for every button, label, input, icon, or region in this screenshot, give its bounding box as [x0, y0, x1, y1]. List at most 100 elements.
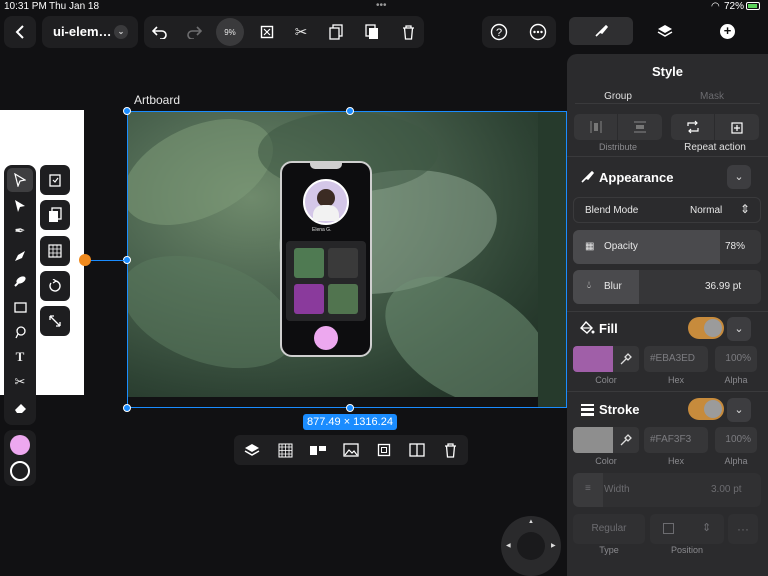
stroke-color-swatch[interactable] [10, 461, 30, 481]
select-tool[interactable] [7, 168, 33, 192]
mask-icon[interactable] [401, 435, 433, 465]
stroke-hex-field[interactable]: #FAF3F3 [644, 427, 708, 453]
appearance-expand-button[interactable]: ⌄ [727, 165, 751, 189]
position-square-icon [663, 523, 674, 534]
help-icon[interactable]: ? [483, 16, 515, 48]
repeat-icon[interactable] [671, 114, 715, 140]
rectangle-tool[interactable] [7, 295, 33, 319]
divider [567, 156, 768, 157]
align-icon[interactable] [302, 435, 334, 465]
crop-icon[interactable] [251, 16, 283, 48]
stroke-toggle[interactable] [688, 398, 724, 420]
eyedropper-icon[interactable] [613, 346, 639, 372]
fill-bucket-icon [580, 320, 595, 340]
wifi-icon: ◠ [711, 1, 720, 12]
eyedropper-icon[interactable] [613, 427, 639, 453]
distribute-label: Distribute [598, 142, 637, 152]
stroke-color-label: Color [595, 456, 617, 466]
scale-tool[interactable] [40, 306, 70, 336]
scissors-icon[interactable]: ✂ [285, 16, 317, 48]
grid-tool[interactable] [40, 236, 70, 266]
artboard-label: Artboard [134, 93, 181, 107]
resize-handle[interactable] [123, 107, 131, 115]
stroke-alpha-field[interactable]: 100% [715, 427, 757, 453]
brush-tab[interactable] [569, 17, 633, 45]
distribute-vertical-icon[interactable] [618, 114, 662, 140]
repeat-group [671, 114, 759, 140]
paste-icon[interactable] [356, 16, 388, 48]
stroke-position-select[interactable]: ⇕ [650, 514, 724, 544]
phone-mockup[interactable]: Elena G. [280, 161, 372, 357]
divider [567, 311, 768, 312]
more-icon[interactable] [522, 16, 554, 48]
post-thumb [328, 284, 358, 314]
document-name-button[interactable]: ui-elem… ⌄ [42, 16, 138, 48]
distribute-group [574, 114, 662, 140]
copy-icon[interactable] [320, 16, 352, 48]
text-tool[interactable]: T [7, 345, 33, 369]
fill-alpha-field[interactable]: 100% [715, 346, 757, 372]
image-icon[interactable] [335, 435, 367, 465]
chevron-updown-icon: ⇕ [740, 202, 751, 216]
lasso-tool[interactable] [7, 320, 33, 344]
multitask-dots-icon[interactable]: ••• [376, 0, 387, 11]
crop-frame-icon[interactable] [368, 435, 400, 465]
mask-button[interactable]: Mask [677, 91, 747, 102]
droplet-icon: 💧︎ [587, 280, 591, 291]
status-time: 10:31 PM [4, 1, 47, 12]
resize-handle[interactable] [123, 256, 131, 264]
fill-toggle[interactable] [688, 317, 724, 339]
blend-mode-label: Blend Mode [585, 205, 639, 216]
style-panel: Style Group Mask Distribute Repeat actio… [567, 54, 768, 576]
stroke-width-label: Width [604, 484, 630, 495]
direct-select-tool[interactable] [7, 194, 33, 218]
blend-mode-row[interactable]: Blend Mode Normal ⇕ [573, 197, 761, 223]
stroke-width-slider[interactable]: ≡ Width 3.00 pt [573, 473, 761, 507]
fill-hex-field[interactable]: #EBA3ED [644, 346, 708, 372]
delete-icon[interactable] [434, 435, 466, 465]
anchor-point[interactable] [79, 254, 91, 266]
scissors-tool[interactable]: ✂ [7, 370, 33, 394]
trash-icon[interactable] [392, 16, 424, 48]
blend-mode-value: Normal [690, 205, 723, 216]
stroke-more-button[interactable]: ··· [728, 514, 758, 544]
back-button[interactable] [4, 16, 36, 48]
dimension-badge: 877.49 × 1316.24 [303, 414, 397, 430]
fill-color-swatch[interactable] [10, 435, 30, 455]
blur-slider[interactable]: 💧︎ Blur 36.99 pt [573, 270, 761, 304]
fill-expand-button[interactable]: ⌄ [727, 317, 751, 341]
rotate-tool[interactable] [40, 271, 70, 301]
fill-color-preview[interactable] [573, 346, 613, 372]
pattern-icon[interactable] [269, 435, 301, 465]
vector-brush-tool[interactable] [7, 244, 33, 268]
stroke-expand-button[interactable]: ⌄ [727, 398, 751, 422]
stroke-lines-icon [581, 403, 594, 421]
context-toolbar [234, 435, 468, 465]
resize-handle[interactable] [123, 404, 131, 412]
arrange-icon[interactable] [236, 435, 268, 465]
nudge-joystick[interactable]: ▲ ◀ ▶ [501, 516, 561, 576]
clipboard-tool[interactable] [40, 165, 70, 195]
stroke-type-select[interactable]: Regular [573, 514, 645, 544]
zoom-dial[interactable]: 9% [216, 18, 244, 46]
opacity-slider[interactable]: ▦ Opacity 78% [573, 230, 761, 264]
post-thumb [328, 248, 358, 278]
document-name: ui-elem… [53, 24, 112, 39]
distribute-horizontal-icon[interactable] [574, 114, 618, 140]
eraser-tool[interactable] [7, 396, 33, 420]
redo-icon[interactable] [178, 16, 210, 48]
avatar [303, 179, 349, 225]
post-grid [286, 241, 366, 321]
brush-tool[interactable] [7, 269, 33, 293]
resize-handle[interactable] [346, 107, 354, 115]
repeat-duplicate-icon[interactable] [715, 114, 759, 140]
layers-tab[interactable] [650, 21, 680, 41]
stroke-color-preview[interactable] [573, 427, 613, 453]
pen-tool[interactable]: ✒ [7, 219, 33, 243]
add-tab[interactable]: + [720, 24, 735, 39]
duplicate-tool[interactable] [40, 200, 70, 230]
resize-handle[interactable] [346, 404, 354, 412]
group-button[interactable]: Group [583, 91, 653, 102]
undo-icon[interactable] [144, 16, 176, 48]
layers-icon [657, 25, 673, 37]
